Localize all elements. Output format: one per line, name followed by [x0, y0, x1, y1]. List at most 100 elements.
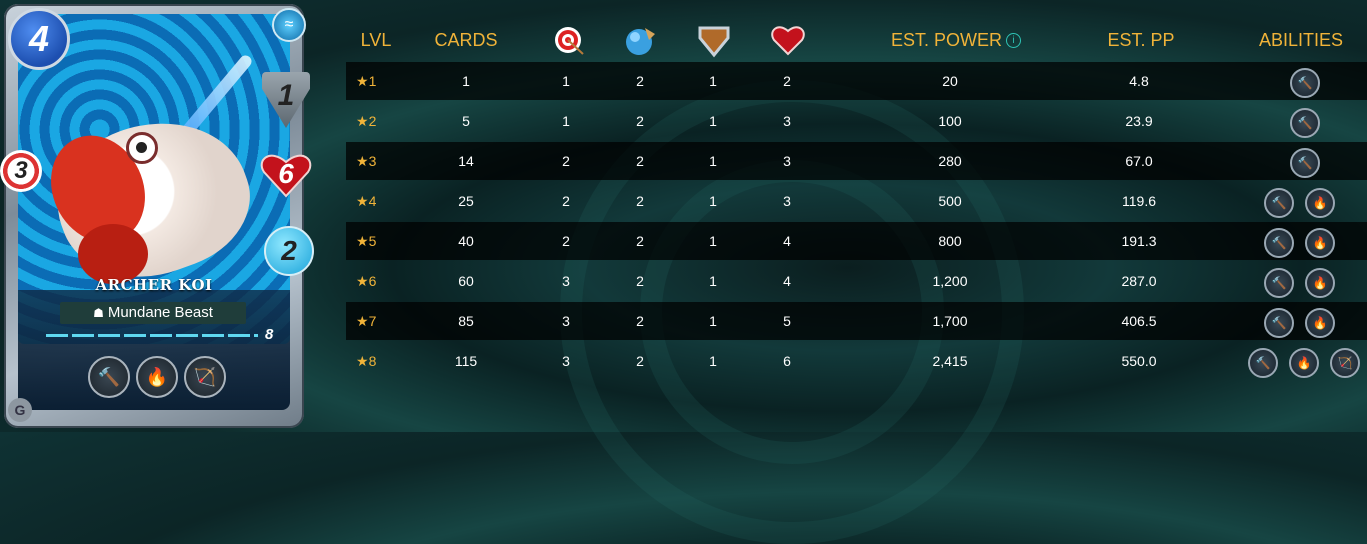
- level-cell: ★3: [356, 142, 396, 180]
- table-row: ★7 85 3 2 1 5 1,700 406.5 🔨 🔥: [346, 302, 1367, 340]
- star-icon: ★: [356, 113, 369, 129]
- level-value: 3: [368, 153, 377, 169]
- level-value: 8: [368, 353, 377, 369]
- level-cell: ★5: [356, 222, 396, 260]
- pp-cell: 119.6: [1122, 193, 1156, 209]
- mana-value: 4: [28, 18, 50, 59]
- level-cell: ★2: [356, 102, 396, 140]
- card-name: ARCHER KOI: [95, 276, 213, 294]
- speed-cell: 2: [636, 113, 644, 129]
- pp-cell: 550.0: [1121, 353, 1157, 369]
- armor-cell: 1: [709, 113, 717, 129]
- reach-icon[interactable]: 🏹: [1330, 348, 1360, 378]
- star-icon: ★: [356, 153, 369, 169]
- power-cell: 20: [942, 73, 958, 89]
- cards-cell: 40: [458, 233, 474, 249]
- hammer-icon[interactable]: 🔨: [1264, 188, 1294, 218]
- ranged-attack-icon: [550, 22, 586, 58]
- star-icon: ★: [356, 73, 369, 89]
- armor-icon: [696, 22, 732, 58]
- table-row: ★1 1 1 2 1 2 20 4.8 🔨: [346, 62, 1367, 100]
- speed-value: 2: [281, 235, 297, 266]
- speed-cell: 2: [636, 313, 644, 329]
- table-row: ★5 40 2 2 1 4 800 191.3 🔨 🔥: [346, 222, 1367, 260]
- set-icon: G: [8, 398, 32, 422]
- speed-stat-icon: 2: [264, 226, 314, 276]
- armor-cell: 1: [709, 273, 717, 289]
- speed-cell: 2: [636, 153, 644, 169]
- table-row: ★8 115 3 2 1 6 2,415 550.0 🔨 🔥 🏹: [346, 342, 1367, 380]
- power-cell: 500: [938, 193, 962, 209]
- enrage-icon[interactable]: 🔥: [1305, 308, 1335, 338]
- power-cell: 280: [938, 153, 962, 169]
- cards-cell: 85: [458, 313, 474, 329]
- level-cell: ★7: [356, 302, 396, 340]
- pp-cell: 287.0: [1121, 273, 1157, 289]
- hammer-icon[interactable]: 🔨: [1264, 268, 1294, 298]
- hammer-icon[interactable]: 🔨: [88, 356, 130, 398]
- speed-cell: 2: [636, 273, 644, 289]
- header-est-power: EST. POWER i: [866, 20, 1046, 60]
- armor-cell: 1: [709, 313, 717, 329]
- pp-cell: 4.8: [1129, 73, 1149, 89]
- pp-cell: 191.3: [1121, 233, 1157, 249]
- reach-icon[interactable]: 🏹: [184, 356, 226, 398]
- star-icon: ★: [356, 273, 369, 289]
- power-cell: 800: [938, 233, 962, 249]
- level-value: 2: [368, 113, 377, 129]
- level-value: 7: [368, 313, 377, 329]
- hammer-icon[interactable]: 🔨: [1248, 348, 1278, 378]
- ranged-cell: 3: [562, 353, 570, 369]
- health-cell: 4: [783, 233, 791, 249]
- speed-cell: 2: [636, 73, 644, 89]
- header-cards: CARDS: [434, 29, 498, 50]
- armor-cell: 1: [709, 353, 717, 369]
- card-type-label: Mundane Beast: [107, 304, 213, 321]
- health-cell: 6: [783, 353, 791, 369]
- hammer-icon[interactable]: 🔨: [1264, 228, 1294, 258]
- enrage-icon[interactable]: 🔥: [1305, 228, 1335, 258]
- health-cell: 3: [783, 193, 791, 209]
- enrage-icon[interactable]: 🔥: [1305, 268, 1335, 298]
- enrage-icon[interactable]: 🔥: [1289, 348, 1319, 378]
- cards-cell: 1: [462, 73, 470, 89]
- header-est-power-label: EST. POWER: [890, 29, 1002, 50]
- cards-cell: 14: [458, 153, 474, 169]
- enrage-icon[interactable]: 🔥: [1305, 188, 1335, 218]
- hammer-icon[interactable]: 🔨: [1264, 308, 1294, 338]
- ranged-cell: 3: [562, 313, 570, 329]
- ranged-cell: 1: [562, 113, 570, 129]
- health-value: 6: [278, 158, 294, 189]
- hammer-icon[interactable]: 🔨: [1290, 148, 1320, 178]
- level-value: 1: [368, 73, 377, 89]
- hammer-icon[interactable]: 🔨: [1290, 108, 1320, 138]
- speed-cell: 2: [636, 233, 644, 249]
- header-abilities: ABILITIES: [1258, 29, 1344, 50]
- power-cell: 2,415: [932, 353, 968, 369]
- water-element-icon: ≈: [272, 8, 306, 42]
- health-cell: 3: [783, 153, 791, 169]
- power-cell: 1,200: [932, 273, 968, 289]
- enrage-icon[interactable]: 🔥: [136, 356, 178, 398]
- health-stat-icon: 6: [260, 150, 312, 198]
- koi-spot: [78, 224, 148, 284]
- monster-card[interactable]: 4 ≈ 1 6 2 3 ARCHER KOI ☗ Mundane Beast 8 …: [0, 0, 314, 432]
- hammer-icon[interactable]: 🔨: [1290, 68, 1320, 98]
- header-est-pp: EST. PP: [1107, 29, 1175, 50]
- health-cell: 5: [783, 313, 791, 329]
- speed-icon: [623, 22, 659, 58]
- ranged-cell: 2: [562, 153, 570, 169]
- info-icon[interactable]: i: [1006, 32, 1021, 48]
- table-row: ★4 25 2 2 1 3 500 119.6 🔨 🔥: [346, 182, 1367, 220]
- armor-cell: 1: [709, 233, 717, 249]
- ranged-value: 3: [14, 157, 28, 184]
- level-value: 4: [368, 193, 377, 209]
- level-cell: ★1: [356, 62, 396, 100]
- ranged-attack-stat-icon: 3: [0, 150, 42, 192]
- pp-cell: 406.5: [1121, 313, 1157, 329]
- table-row: ★2 5 1 2 1 3 100 23.9 🔨: [346, 102, 1367, 140]
- ranged-cell: 1: [562, 73, 570, 89]
- cards-cell: 5: [462, 113, 470, 129]
- star-icon: ★: [356, 193, 369, 209]
- health-icon: [770, 22, 806, 58]
